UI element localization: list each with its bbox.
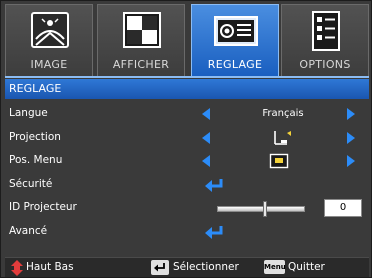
footer-quit: Menu Quitter [264, 260, 368, 275]
tab-options[interactable]: OPTIONS [281, 4, 369, 76]
arrow-right-icon[interactable] [347, 131, 355, 144]
enter-icon[interactable] [204, 177, 226, 193]
id-slider-handle[interactable] [263, 201, 267, 217]
tab-image-label: IMAGE [30, 58, 68, 71]
projector-osd-menu: IMAGE AFFICHER REGLAGE OPTIONS REGLAGE L… [0, 0, 372, 278]
row-pos-menu[interactable]: Pos. Menu [5, 150, 369, 174]
row-langue[interactable]: Langue Français [5, 103, 369, 127]
row-label: Pos. Menu [9, 154, 63, 166]
row-id-projecteur[interactable]: ID Projecteur 0 [5, 197, 369, 221]
arrow-left-icon[interactable] [202, 155, 210, 167]
row-label: Avancé [9, 224, 48, 237]
display-icon [123, 12, 161, 48]
id-slider-track[interactable] [217, 206, 305, 212]
arrow-right-icon[interactable] [347, 155, 355, 167]
row-label: Projection [9, 130, 61, 143]
footer-nav-label: Haut Bas [26, 261, 74, 273]
row-label: ID Projecteur [9, 201, 77, 213]
language-value: Français [262, 108, 304, 119]
arrow-left-icon[interactable] [202, 131, 210, 144]
enter-key-icon [151, 260, 169, 275]
footer-select: Sélectionner [151, 260, 261, 275]
menu-position-icon [269, 153, 289, 169]
projection-front-icon [274, 130, 291, 145]
id-value-field: 0 [324, 199, 362, 217]
tab-reglage-label: REGLAGE [207, 58, 263, 71]
up-down-arrows-icon [11, 260, 23, 276]
row-securite[interactable]: Sécurité [5, 174, 369, 198]
tab-divider [5, 76, 369, 78]
row-projection[interactable]: Projection [5, 127, 369, 151]
row-avance[interactable]: Avancé [5, 221, 369, 245]
projector-icon [214, 16, 258, 46]
tab-options-label: OPTIONS [299, 58, 351, 71]
footer-select-label: Sélectionner [173, 261, 239, 273]
footer-nav: Haut Bas [11, 260, 121, 276]
footer-hints: Haut Bas Sélectionner Menu Quitter [5, 257, 369, 277]
tab-reglage[interactable]: REGLAGE [191, 4, 279, 76]
enter-icon[interactable] [204, 224, 226, 240]
image-icon [31, 12, 69, 48]
arrow-right-icon[interactable] [347, 108, 355, 120]
checklist-icon [312, 11, 340, 51]
menu-key: Menu [264, 260, 286, 274]
footer-quit-label: Quitter [288, 261, 325, 273]
tab-image[interactable]: IMAGE [5, 4, 93, 76]
menu-tabs: IMAGE AFFICHER REGLAGE OPTIONS [5, 4, 369, 76]
arrow-left-icon[interactable] [202, 108, 210, 120]
row-label: Sécurité [9, 177, 53, 190]
settings-list: Langue Français Projection Pos. Menu Séc… [5, 103, 369, 244]
row-label: Langue [9, 107, 48, 119]
tab-afficher[interactable]: AFFICHER [97, 4, 185, 76]
section-title: REGLAGE [5, 79, 369, 99]
tab-afficher-label: AFFICHER [112, 58, 170, 71]
